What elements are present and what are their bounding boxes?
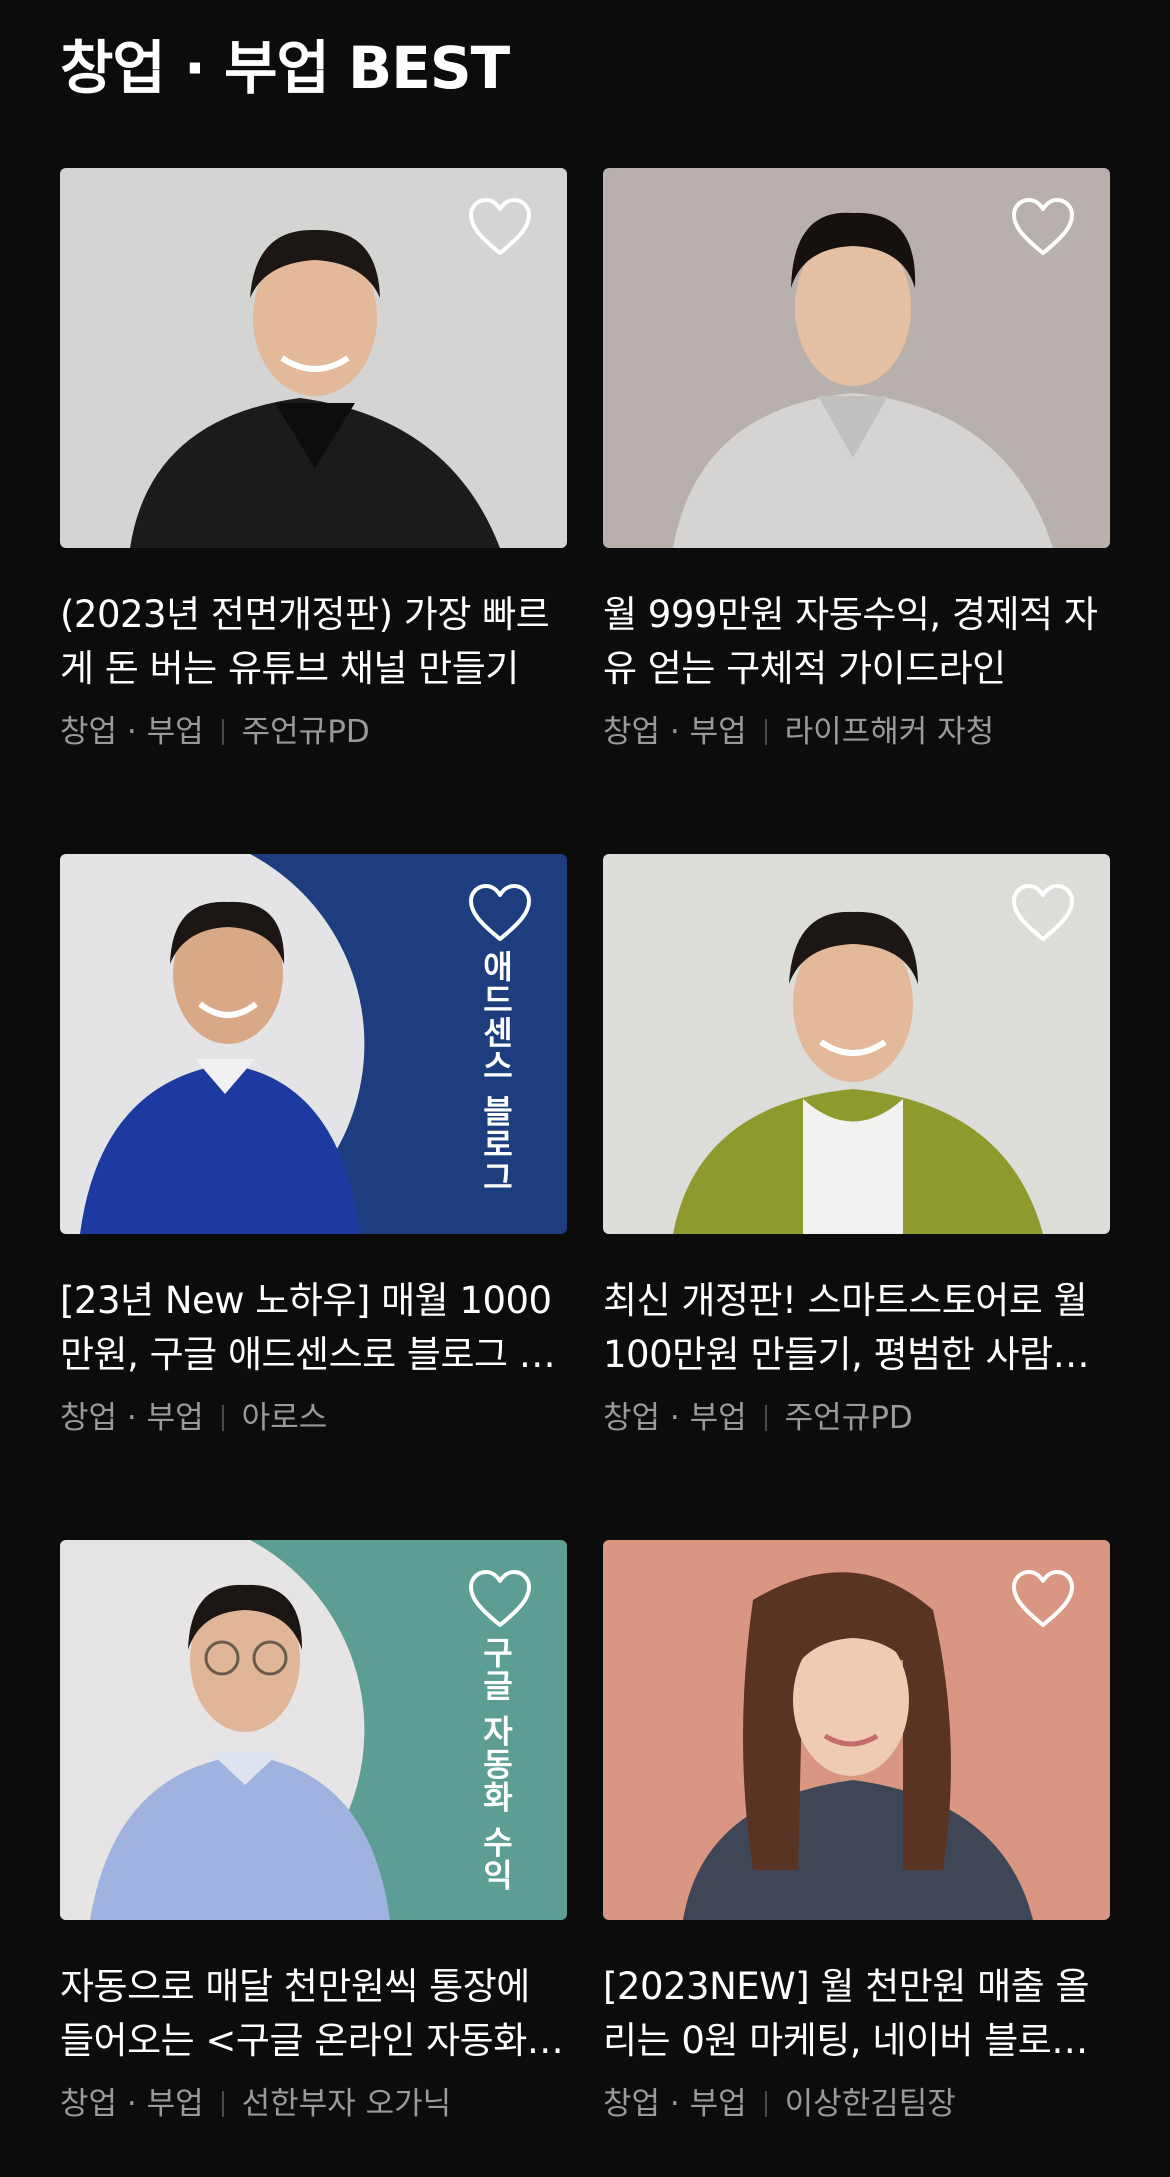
course-meta: 창업 · 부업 주언규PD [60, 712, 567, 752]
meta-divider [764, 1405, 767, 1431]
course-thumbnail[interactable]: 애드센스 블로그 [60, 854, 567, 1234]
course-title[interactable]: (2023년 전면개정판) 가장 빠르게 돈 버는 유튜브 채널 만들기 [60, 588, 567, 696]
course-card[interactable]: (2023년 전면개정판) 가장 빠르게 돈 버는 유튜브 채널 만들기 창업 … [60, 168, 567, 854]
course-author: 주언규PD [784, 1400, 913, 1436]
course-author: 아로스 [241, 1400, 328, 1436]
meta-divider [221, 2091, 224, 2117]
course-thumbnail[interactable] [603, 854, 1110, 1234]
course-category: 창업 · 부업 [603, 714, 747, 750]
course-thumbnail[interactable] [603, 168, 1110, 548]
favorite-heart-icon[interactable] [1010, 196, 1076, 258]
favorite-heart-icon[interactable] [1010, 1568, 1076, 1630]
banner-label: 애드센스 블로그 [477, 950, 515, 1194]
course-card[interactable]: 최신 개정판! 스마트스토어로 월 100만원 만들기, 평범한 사람도 가능한… [603, 854, 1110, 1540]
course-title[interactable]: [23년 New 노하우] 매월 1000만원, 구글 애드센스로 블로그 수익… [60, 1274, 567, 1382]
course-meta: 창업 · 부업 이상한김팀장 [603, 2084, 1110, 2124]
course-meta: 창업 · 부업 아로스 [60, 1398, 567, 1438]
favorite-heart-icon[interactable] [467, 1568, 533, 1630]
course-title[interactable]: 월 999만원 자동수익, 경제적 자유 얻는 구체적 가이드라인 [603, 588, 1110, 696]
course-thumbnail[interactable] [60, 168, 567, 548]
favorite-heart-icon[interactable] [467, 882, 533, 944]
course-meta: 창업 · 부업 라이프해커 자청 [603, 712, 1110, 752]
favorite-heart-icon[interactable] [1010, 882, 1076, 944]
course-thumbnail[interactable] [603, 1540, 1110, 1920]
course-title[interactable]: 최신 개정판! 스마트스토어로 월 100만원 만들기, 평범한 사람도 가능한… [603, 1274, 1110, 1382]
section-title: 창업 · 부업 BEST [60, 34, 510, 102]
course-category: 창업 · 부업 [60, 1400, 204, 1436]
course-meta: 창업 · 부업 선한부자 오가닉 [60, 2084, 567, 2124]
course-card[interactable]: 애드센스 블로그 [23년 New 노하우] 매월 1000만원, 구글 애드센… [60, 854, 567, 1540]
course-category: 창업 · 부업 [603, 2086, 747, 2122]
meta-divider [221, 1405, 224, 1431]
meta-divider [764, 2091, 767, 2117]
course-author: 주언규PD [241, 714, 370, 750]
course-thumbnail[interactable]: 구글 자동화 수익 [60, 1540, 567, 1920]
course-author: 선한부자 오가닉 [241, 2086, 452, 2122]
banner-label: 구글 자동화 수익 [477, 1636, 515, 1892]
course-title[interactable]: 자동으로 매달 천만원씩 통장에 들어오는 <구글 온라인 자동화 수익> [60, 1960, 567, 2068]
meta-divider [221, 719, 224, 745]
course-card[interactable]: 월 999만원 자동수익, 경제적 자유 얻는 구체적 가이드라인 창업 · 부… [603, 168, 1110, 854]
course-category: 창업 · 부업 [60, 714, 204, 750]
course-category: 창업 · 부업 [60, 2086, 204, 2122]
course-title[interactable]: [2023NEW] 월 천만원 매출 올리는 0원 마케팅, 네이버 블로그 마… [603, 1960, 1110, 2068]
page: 창업 · 부업 BEST (2023년 전면개정판) 가장 빠르게 돈 버는 유… [0, 0, 1170, 2177]
course-card[interactable]: [2023NEW] 월 천만원 매출 올리는 0원 마케팅, 네이버 블로그 마… [603, 1540, 1110, 2177]
course-meta: 창업 · 부업 주언규PD [603, 1398, 1110, 1438]
course-category: 창업 · 부업 [603, 1400, 747, 1436]
course-author: 이상한김팀장 [784, 2086, 956, 2122]
favorite-heart-icon[interactable] [467, 196, 533, 258]
course-grid: (2023년 전면개정판) 가장 빠르게 돈 버는 유튜브 채널 만들기 창업 … [60, 168, 1110, 2177]
course-author: 라이프해커 자청 [784, 714, 995, 750]
course-card[interactable]: 구글 자동화 수익 자동으로 매달 천만원씩 통장에 들어오는 <구글 온라인 … [60, 1540, 567, 2177]
meta-divider [764, 719, 767, 745]
